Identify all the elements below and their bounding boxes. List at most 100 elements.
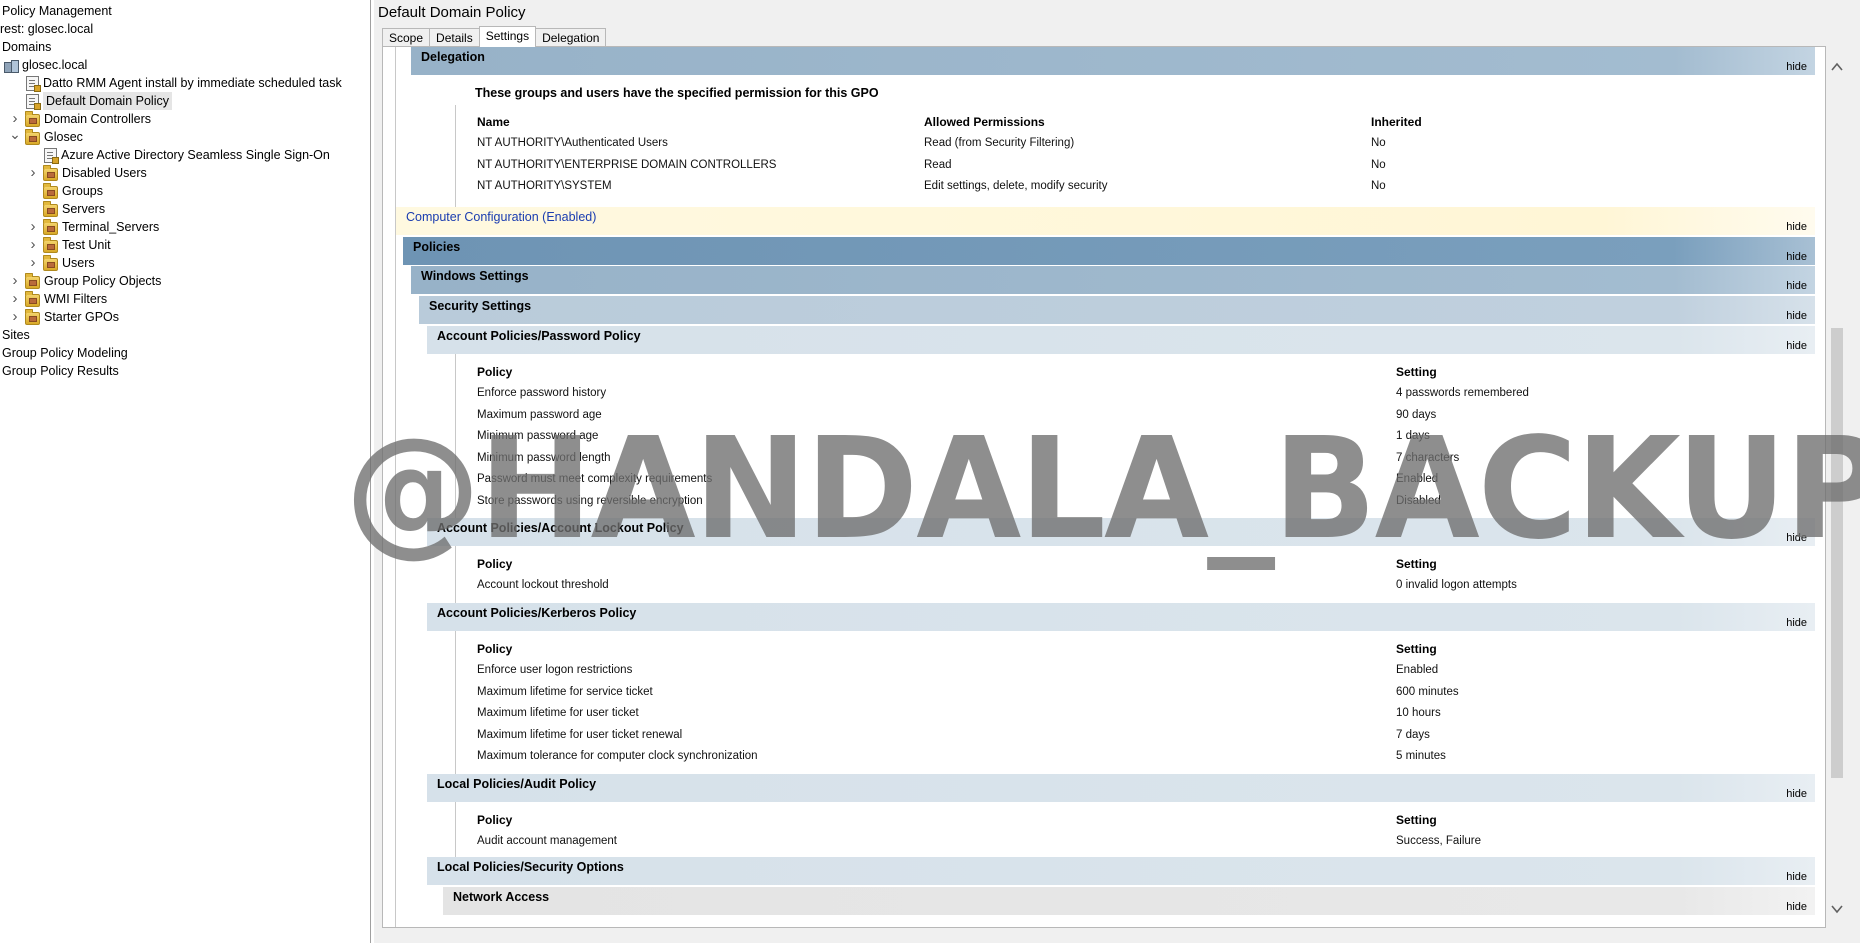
policy-setting: 7 characters bbox=[1396, 451, 1460, 464]
tree-item-label: Domain Controllers bbox=[44, 112, 151, 126]
policy-section-header[interactable]: Account Policies/Kerberos Policy hide bbox=[427, 603, 1815, 631]
hide-link[interactable]: hide bbox=[1786, 251, 1807, 263]
tree-item[interactable]: rest: glosec.local bbox=[0, 20, 93, 38]
tree-item[interactable]: › Starter GPOs bbox=[8, 308, 120, 326]
tree-item[interactable]: Policy Management bbox=[2, 2, 112, 20]
tree-item[interactable]: › Test Unit bbox=[26, 236, 111, 254]
tab-scope[interactable]: Scope bbox=[382, 28, 431, 47]
tree-item[interactable]: › Users bbox=[26, 254, 95, 272]
security-settings-header[interactable]: Security Settings hide bbox=[419, 296, 1815, 324]
tree-item[interactable]: › WMI Filters bbox=[8, 290, 108, 308]
tree-item[interactable]: › Group Policy Objects bbox=[8, 272, 162, 290]
scroll-down-icon[interactable] bbox=[1830, 902, 1844, 916]
hide-link[interactable]: hide bbox=[1786, 280, 1807, 292]
tree-item[interactable]: Group Policy Modeling bbox=[2, 344, 128, 362]
policy-section-header[interactable]: Local Policies/Audit Policy hide bbox=[427, 774, 1815, 802]
expand-chevron-icon[interactable]: › bbox=[26, 236, 40, 254]
settings-report[interactable]: Delegation hide These groups and users h… bbox=[382, 46, 1826, 928]
folder-icon bbox=[25, 110, 40, 127]
policy-section-header[interactable]: Account Policies/Account Lockout Policy h… bbox=[427, 518, 1815, 546]
expand-chevron-icon[interactable]: › bbox=[26, 254, 40, 272]
folder-icon bbox=[25, 308, 40, 325]
policy-name: Maximum tolerance for computer clock syn… bbox=[477, 750, 758, 762]
tree-item[interactable]: ⌄ Glosec bbox=[8, 125, 83, 146]
tree-item[interactable]: Servers bbox=[26, 200, 105, 218]
policy-setting: 7 days bbox=[1396, 728, 1430, 741]
hide-link[interactable]: hide bbox=[1786, 340, 1807, 352]
col-setting: Setting bbox=[1396, 365, 1437, 379]
hide-link[interactable]: hide bbox=[1786, 532, 1807, 544]
tree-item[interactable]: › Domain Controllers bbox=[8, 110, 151, 128]
policy-setting: Enabled bbox=[1396, 664, 1439, 676]
tree-item[interactable]: Domains bbox=[2, 38, 51, 56]
tree-item-label: Test Unit bbox=[62, 238, 111, 252]
hide-link[interactable]: hide bbox=[1786, 901, 1807, 913]
hide-link[interactable]: hide bbox=[1786, 61, 1807, 73]
tree-item[interactable]: › Terminal_Servers bbox=[26, 218, 160, 236]
expand-chevron-icon[interactable]: › bbox=[8, 308, 22, 326]
folder-icon bbox=[43, 236, 58, 253]
policy-section-heading: Account Policies/Account Lockout Policy bbox=[437, 521, 684, 535]
security-options-header[interactable]: Local Policies/Security Options hide bbox=[427, 857, 1815, 885]
hide-link[interactable]: hide bbox=[1786, 310, 1807, 322]
expand-chevron-icon[interactable]: › bbox=[8, 290, 22, 308]
tree-item[interactable]: › Disabled Users bbox=[26, 164, 147, 182]
folder-icon bbox=[25, 272, 40, 289]
policy-setting: Disabled bbox=[1396, 494, 1441, 507]
col-policy: Policy bbox=[477, 642, 513, 656]
policy-name: Maximum lifetime for user ticket bbox=[477, 707, 639, 719]
col-policy: Policy bbox=[477, 813, 513, 827]
expand-chevron-icon[interactable]: › bbox=[26, 164, 40, 182]
gpo-link-icon bbox=[26, 76, 41, 92]
expand-chevron-icon[interactable]: › bbox=[8, 272, 22, 290]
delegation-col-name: Name bbox=[477, 115, 510, 129]
policy-name: Enforce password history bbox=[477, 387, 607, 399]
tree-item[interactable]: Groups bbox=[26, 182, 103, 200]
tree-item[interactable]: Azure Active Directory Seamless Single S… bbox=[26, 146, 330, 164]
policies-heading: Policies bbox=[413, 240, 461, 254]
policy-setting: 0 invalid logon attempts bbox=[1396, 579, 1517, 591]
tab-details[interactable]: Details bbox=[429, 28, 480, 47]
tree-item-label: WMI Filters bbox=[44, 292, 108, 306]
hide-link[interactable]: hide bbox=[1786, 617, 1807, 629]
policy-section-header[interactable]: Account Policies/Password Policy hide bbox=[427, 326, 1815, 354]
hide-link[interactable]: hide bbox=[1786, 788, 1807, 800]
network-access-header[interactable]: Network Access hide bbox=[443, 887, 1815, 915]
folder-icon bbox=[25, 290, 40, 307]
policy-section-heading: Account Policies/Password Policy bbox=[437, 329, 641, 343]
hide-link[interactable]: hide bbox=[1786, 221, 1807, 233]
computer-configuration-header[interactable]: Computer Configuration (Enabled) hide bbox=[396, 207, 1815, 235]
scroll-thumb[interactable] bbox=[1831, 328, 1843, 778]
tree-item[interactable]: Default Domain Policy bbox=[8, 92, 172, 110]
policies-header[interactable]: Policies hide bbox=[403, 237, 1815, 265]
policy-table bbox=[455, 546, 1815, 604]
policy-setting: 600 minutes bbox=[1396, 685, 1459, 698]
delegation-cell: No bbox=[1371, 158, 1386, 171]
col-policy: Policy bbox=[477, 557, 513, 571]
tree-item[interactable]: Group Policy Results bbox=[2, 362, 119, 380]
tree-item-label: Policy Management bbox=[2, 4, 112, 18]
gpo-details-pane: Default Domain Policy Scope Details Settin… bbox=[374, 0, 1860, 943]
tab-settings[interactable]: Settings bbox=[478, 26, 537, 47]
tree-item-label: Sites bbox=[2, 328, 30, 342]
delegation-cell: No bbox=[1371, 180, 1386, 192]
tab-delegation[interactable]: Delegation bbox=[535, 28, 607, 47]
gpmc-tree-pane[interactable]: Policy Management rest: glosec.local Domai… bbox=[0, 0, 371, 943]
delegation-header[interactable]: Delegation hide bbox=[411, 47, 1815, 75]
collapse-chevron-icon[interactable]: ⌄ bbox=[8, 125, 22, 143]
expand-chevron-icon[interactable]: › bbox=[26, 218, 40, 236]
report-scrollbar[interactable] bbox=[1826, 46, 1848, 928]
tree-item[interactable]: glosec.local bbox=[2, 56, 87, 74]
policy-name: Maximum lifetime for service ticket bbox=[477, 685, 653, 698]
folder-icon bbox=[43, 164, 58, 181]
windows-settings-header[interactable]: Windows Settings hide bbox=[411, 266, 1815, 294]
col-setting: Setting bbox=[1396, 642, 1437, 656]
tree-item-label: Group Policy Results bbox=[2, 364, 119, 378]
security-options-heading: Local Policies/Security Options bbox=[437, 860, 624, 874]
tree-item[interactable]: Datto RMM Agent install by immediate sch… bbox=[8, 74, 342, 92]
policy-setting: 1 days bbox=[1396, 430, 1430, 442]
hide-link[interactable]: hide bbox=[1786, 871, 1807, 883]
tree-item[interactable]: Sites bbox=[2, 326, 30, 344]
scroll-up-icon[interactable] bbox=[1830, 60, 1844, 74]
